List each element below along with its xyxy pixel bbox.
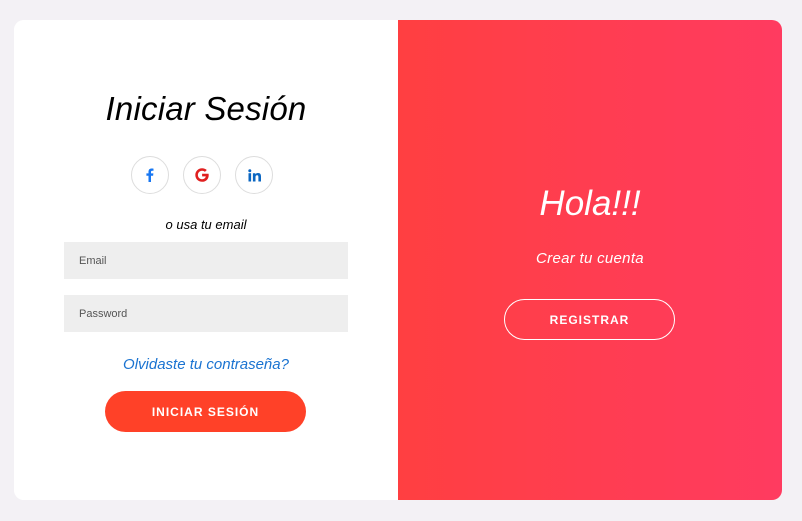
register-button[interactable]: REGISTRAR (504, 299, 675, 340)
login-panel: Iniciar Sesión o usa tu email Email Olvi… (14, 20, 398, 500)
forgot-password-link[interactable]: Olvidaste tu contraseña? (14, 356, 398, 373)
linkedin-login-button[interactable] (235, 156, 273, 194)
register-subtext: Crear tu cuenta (536, 250, 644, 267)
linkedin-icon (247, 168, 261, 182)
google-login-button[interactable] (183, 156, 221, 194)
facebook-icon (143, 168, 157, 182)
login-title: Iniciar Sesión (105, 90, 307, 127)
social-login-buttons (131, 156, 273, 194)
login-button[interactable]: INICIAR SESIÓN (105, 391, 306, 432)
email-option-text: o usa tu email (165, 217, 247, 232)
password-field[interactable] (64, 295, 348, 332)
register-panel: Hola!!! Crear tu cuenta REGISTRAR (398, 20, 782, 500)
google-icon (195, 168, 209, 182)
facebook-login-button[interactable] (131, 156, 169, 194)
register-heading: Hola!!! (539, 184, 641, 223)
auth-card: Iniciar Sesión o usa tu email Email Olvi… (14, 20, 782, 500)
email-field[interactable] (64, 242, 348, 279)
